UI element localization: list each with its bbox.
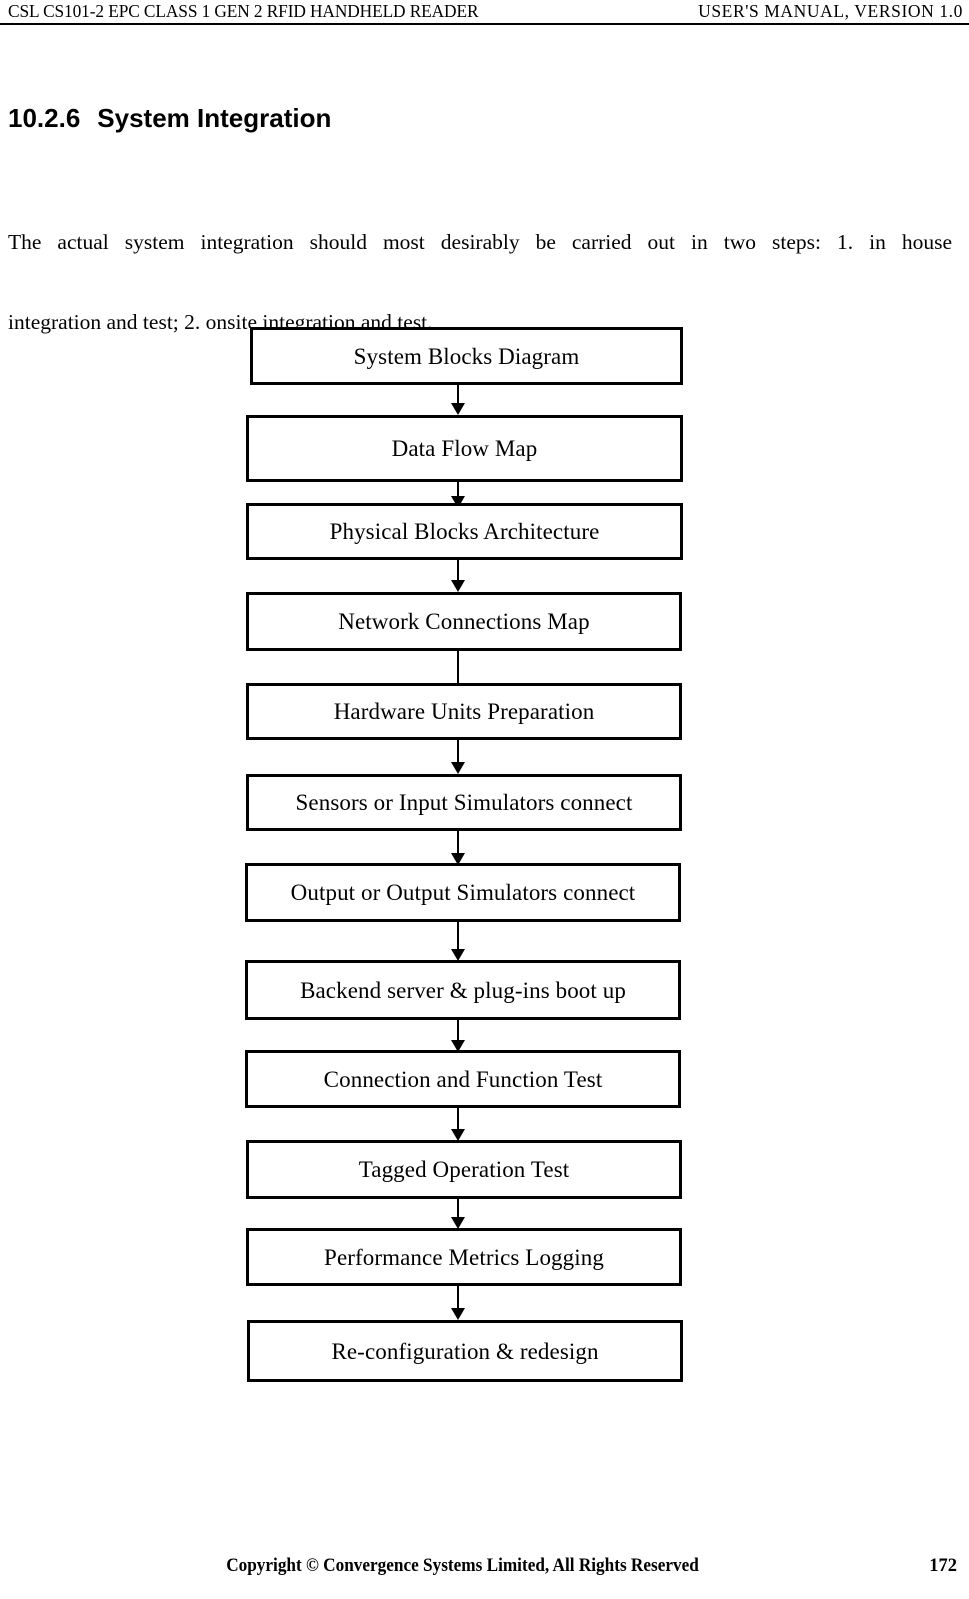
flow-step-box-10[interactable]: Tagged Operation Test <box>246 1140 682 1199</box>
header-left-title: CSL CS101-2 EPC CLASS 1 GEN 2 RFID HANDH… <box>8 1 479 21</box>
flow-arrow-10 <box>450 1199 466 1229</box>
flow-step-label-7: Output or Output Simulators connect <box>290 880 636 905</box>
flow-step-box-11[interactable]: Performance Metrics Logging <box>246 1228 682 1286</box>
section-number: 10.2.6 <box>8 103 81 133</box>
flow-arrow-1 <box>450 385 466 415</box>
section-title: System Integration <box>97 103 332 133</box>
flow-step-box-8[interactable]: Backend server & plug-ins boot up <box>245 960 681 1020</box>
flow-step-label-6: Sensors or Input Simulators connect <box>295 790 633 815</box>
page-footer: Copyright © Convergence Systems Limited,… <box>0 1556 969 1586</box>
flow-arrow-7 <box>450 922 466 961</box>
flow-step-label-11: Performance Metrics Logging <box>324 1244 604 1270</box>
flow-step-label-8: Backend server & plug-ins boot up <box>300 977 626 1003</box>
flow-step-box-5[interactable]: Hardware Units Preparation <box>246 683 682 740</box>
flow-step-label-9: Connection and Function Test <box>323 1066 603 1092</box>
flow-step-box-12[interactable]: Re-configuration & redesign <box>247 1320 683 1382</box>
flow-step-box-9[interactable]: Connection and Function Test <box>245 1050 681 1108</box>
header-right-title: USER'S MANUAL, VERSION 1.0 <box>698 1 963 21</box>
flow-step-box-2[interactable]: Data Flow Map <box>246 415 683 482</box>
flow-step-label-12: Re-configuration & redesign <box>331 1338 599 1364</box>
flow-step-box-6[interactable]: Sensors or Input Simulators connect <box>246 774 682 831</box>
header-divider-rule <box>0 23 969 25</box>
flow-step-label-5: Hardware Units Preparation <box>333 699 595 724</box>
flow-step-label-4: Network Connections Map <box>338 609 590 634</box>
flow-step-label-1: System Blocks Diagram <box>353 343 580 369</box>
flow-step-box-7[interactable]: Output or Output Simulators connect <box>245 863 681 922</box>
flow-arrow-11 <box>450 1286 466 1320</box>
body-paragraph: The actual system integration should mos… <box>8 222 952 342</box>
flow-step-box-3[interactable]: Physical Blocks Architecture <box>246 503 683 560</box>
page-header: CSL CS101-2 EPC CLASS 1 GEN 2 RFID HANDH… <box>0 0 969 24</box>
body-paragraph-line-1: The actual system integration should mos… <box>8 230 952 254</box>
flow-arrow-5 <box>450 740 466 774</box>
flow-arrow-3 <box>450 560 466 592</box>
flow-arrow-6 <box>450 831 466 865</box>
flow-arrow-9 <box>450 1108 466 1141</box>
flow-step-box-1[interactable]: System Blocks Diagram <box>250 327 683 385</box>
flow-step-label-2: Data Flow Map <box>391 436 538 461</box>
flow-step-label-3: Physical Blocks Architecture <box>329 519 600 544</box>
footer-page-number: 172 <box>929 1556 957 1576</box>
header-row: CSL CS101-2 EPC CLASS 1 GEN 2 RFID HANDH… <box>0 0 969 22</box>
page-title: 10.2.6 System Integration <box>8 103 331 134</box>
footer-copyright: Copyright © Convergence Systems Limited,… <box>226 1556 699 1576</box>
flow-step-box-4[interactable]: Network Connections Map <box>246 592 682 651</box>
flow-arrow-8 <box>450 1020 466 1052</box>
flow-step-label-10: Tagged Operation Test <box>358 1157 570 1182</box>
